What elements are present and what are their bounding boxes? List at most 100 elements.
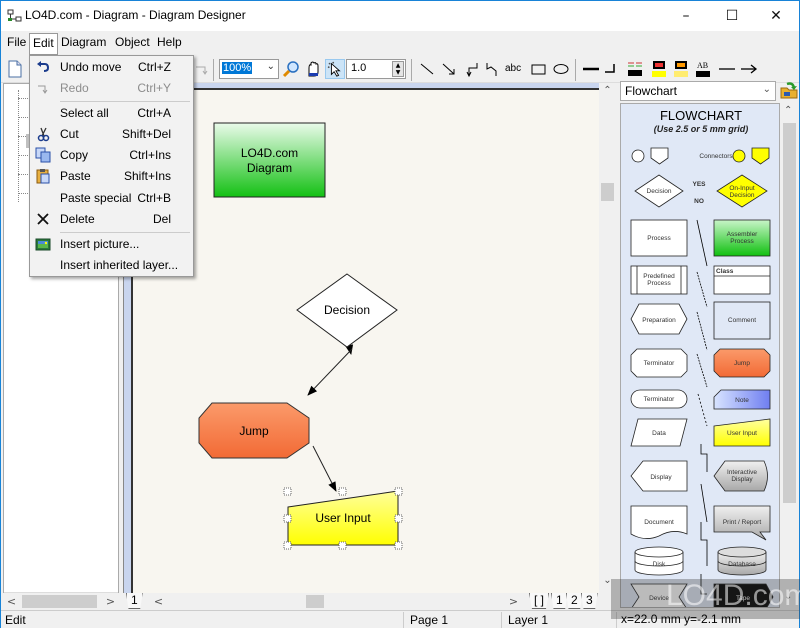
- user-input-shape[interactable]: User Input: [283, 487, 403, 550]
- layer-tab-1[interactable]: 1: [126, 593, 143, 609]
- menu-help[interactable]: Help: [154, 35, 185, 49]
- menu-file[interactable]: File: [4, 35, 29, 49]
- load-library-icon[interactable]: [779, 80, 799, 100]
- text-tool-button[interactable]: abc: [505, 59, 527, 79]
- line-thickness-icon[interactable]: [581, 59, 601, 79]
- chevron-down-icon: ⌄: [266, 61, 275, 72]
- diagram-drawing[interactable]: LO4D.com Diagram Decision Jump User Inpu…: [124, 83, 600, 593]
- lib-label-jump: Jump: [734, 360, 750, 367]
- layer-tabs: 1: [126, 593, 151, 609]
- menu-item-paste-special[interactable]: Paste special Ctrl+B: [30, 188, 193, 209]
- menu-item-undo-move[interactable]: Undo move Ctrl+Z: [30, 57, 193, 78]
- tree-horizontal-scrollbar[interactable]: < >: [4, 592, 118, 609]
- lib-label-predefined-2: Process: [647, 280, 671, 287]
- menu-edit[interactable]: Edit: [29, 33, 58, 55]
- select-arrow-icon[interactable]: [325, 59, 345, 79]
- connector-jump-to-input[interactable]: [312, 445, 337, 492]
- jump-shape[interactable]: Jump: [198, 402, 310, 459]
- minimize-button[interactable]: –: [663, 1, 709, 31]
- scrollbar-thumb[interactable]: [306, 595, 324, 608]
- user-input-label: User Input: [315, 511, 371, 525]
- menu-item-redo[interactable]: Redo Ctrl+Y: [30, 78, 193, 99]
- lib-offpage-connector[interactable]: [650, 147, 669, 165]
- page-tab-1[interactable]: 1: [551, 593, 568, 609]
- elbow-connector-icon[interactable]: [461, 59, 481, 79]
- polyline-tool-icon[interactable]: [483, 59, 503, 79]
- line-start-style-icon[interactable]: [717, 59, 737, 79]
- lib-connector-circle[interactable]: [631, 149, 645, 163]
- menu-item-select-all[interactable]: Select all Ctrl+A: [30, 103, 193, 124]
- lib-label-disk: Disk: [653, 561, 666, 568]
- lib-label-yes: YES: [692, 181, 706, 188]
- scrollbar-thumb[interactable]: [22, 595, 97, 608]
- menu-item-cut[interactable]: Cut Shift+Del: [30, 124, 193, 145]
- lib-label-data: Data: [652, 430, 666, 437]
- decision-shape[interactable]: Decision: [296, 273, 398, 348]
- redo-icon: [38, 85, 48, 94]
- fill-color-icon[interactable]: [649, 59, 669, 79]
- menu-bar: File Edit Diagram Object Help: [1, 32, 799, 55]
- menu-item-insert-picture[interactable]: Insert picture...: [30, 234, 193, 255]
- page-tab-3[interactable]: 3: [581, 593, 598, 609]
- maximize-button[interactable]: ☐: [709, 1, 755, 31]
- jump-label: Jump: [239, 424, 269, 438]
- text-color-icon[interactable]: AB: [693, 59, 713, 79]
- line-arrow-style-icon[interactable]: [739, 59, 759, 79]
- undo-icon: [37, 61, 50, 72]
- arrow-tool-icon[interactable]: [439, 59, 459, 79]
- lib-label-terminator-b: Terminator: [644, 396, 676, 403]
- spinner-arrows[interactable]: ▲ ▼: [392, 61, 404, 77]
- line-tool-icon[interactable]: [417, 59, 437, 79]
- canvas-horizontal-scrollbar[interactable]: < >: [151, 593, 521, 610]
- watermark-text: LO4D.com: [666, 579, 800, 612]
- canvas-vertical-scrollbar[interactable]: ⌃ ⌄: [599, 83, 616, 593]
- menu-item-copy[interactable]: Copy Ctrl+Ins: [30, 145, 193, 166]
- lib-label-connectors: Connectors: [699, 153, 733, 160]
- scrollbar-thumb[interactable]: [601, 183, 614, 201]
- menu-item-insert-inherited-layer[interactable]: Insert inherited layer...: [30, 255, 193, 276]
- start-shape-line2: Diagram: [247, 161, 292, 175]
- line-color-icon[interactable]: [625, 59, 645, 79]
- scroll-left-arrow[interactable]: <: [151, 593, 166, 610]
- lib-label-on-input-2: Decision: [730, 192, 755, 199]
- lib-offpage-connector-yellow[interactable]: [751, 147, 770, 165]
- gradient-color-icon[interactable]: [671, 59, 691, 79]
- shape-library-panel[interactable]: FLOWCHART (Use 2.5 or 5 mm grid) Connect…: [620, 103, 780, 608]
- menu-item-paste[interactable]: Paste Shift+Ins: [30, 166, 193, 187]
- zoom-magnifier-icon[interactable]: [281, 59, 301, 79]
- status-mode: Edit: [5, 613, 26, 627]
- lib-connector-circle-yellow[interactable]: [732, 149, 746, 163]
- svg-text:AB: AB: [697, 61, 708, 70]
- menu-item-delete[interactable]: Delete Del: [30, 209, 193, 230]
- scroll-up-arrow[interactable]: ⌃: [784, 105, 792, 116]
- redo-tool-icon[interactable]: [191, 59, 211, 79]
- page-tab-2[interactable]: 2: [566, 593, 583, 609]
- chevron-down-icon: ⌄: [762, 84, 771, 95]
- ellipse-tool-icon[interactable]: [551, 59, 571, 79]
- zoom-combo[interactable]: 100% ⌄: [219, 59, 279, 79]
- status-coordinates: x=22.0 mm y=-2.1 mm: [621, 612, 742, 626]
- scroll-left-arrow[interactable]: <: [4, 593, 19, 610]
- rectangle-tool-icon[interactable]: [529, 59, 549, 79]
- connector-decision-to-jump[interactable]: [307, 348, 353, 396]
- close-button[interactable]: ✕: [753, 1, 799, 31]
- library-select[interactable]: Flowchart ⌄: [620, 81, 776, 101]
- scrollbar-thumb[interactable]: [783, 123, 796, 503]
- scroll-up-arrow[interactable]: ⌃: [599, 85, 616, 96]
- menu-object[interactable]: Object: [112, 35, 153, 49]
- new-document-icon[interactable]: [5, 59, 25, 79]
- scroll-right-arrow[interactable]: >: [506, 593, 521, 610]
- start-shape-line1: LO4D.com: [241, 146, 298, 160]
- delete-icon: [37, 213, 49, 225]
- page-tab-all[interactable]: [ ]: [529, 593, 550, 609]
- hand-pan-icon[interactable]: [303, 59, 323, 79]
- start-process-shape[interactable]: LO4D.com Diagram: [213, 122, 326, 198]
- library-shapes[interactable]: Connectors Decision YES NO On-Input Deci…: [621, 104, 780, 608]
- line-end-style-icon[interactable]: [601, 59, 621, 79]
- library-vertical-scrollbar[interactable]: ⌃ ⌄: [780, 103, 799, 608]
- diagram-canvas[interactable]: LO4D.com Diagram Decision Jump User Inpu…: [123, 83, 600, 593]
- line-width-spinner[interactable]: 1.0 ▲ ▼: [346, 59, 406, 79]
- zoom-value: 100%: [222, 62, 253, 74]
- menu-diagram[interactable]: Diagram: [58, 35, 109, 49]
- scroll-right-arrow[interactable]: >: [103, 593, 118, 610]
